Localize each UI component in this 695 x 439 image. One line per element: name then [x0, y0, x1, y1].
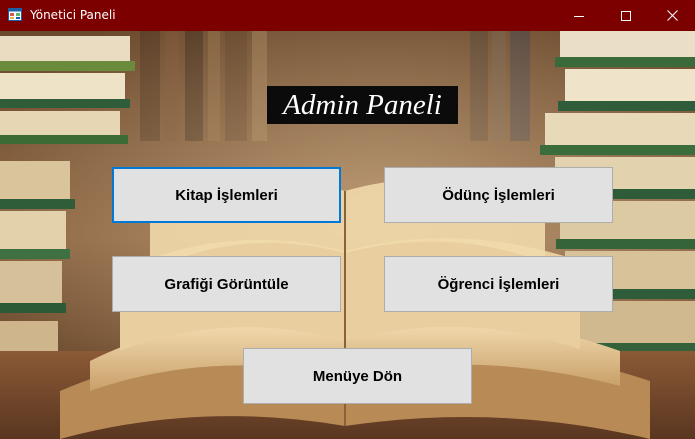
maximize-icon — [621, 10, 631, 21]
odunc-islemleri-button[interactable]: Ödünç İşlemleri — [384, 167, 613, 223]
close-icon — [666, 10, 678, 21]
ogrenci-islemleri-button[interactable]: Öğrenci İşlemleri — [384, 256, 613, 312]
admin-panel-heading: Admin Paneli — [267, 86, 458, 124]
app-icon — [8, 8, 22, 21]
minimize-button[interactable] — [556, 0, 602, 31]
menuye-don-button[interactable]: Menüye Dön — [243, 348, 472, 404]
title-bar[interactable]: Yönetici Paneli — [0, 0, 695, 31]
close-button[interactable] — [649, 0, 695, 31]
kitap-islemleri-button[interactable]: Kitap İşlemleri — [112, 167, 341, 223]
maximize-button[interactable] — [603, 0, 649, 31]
client-area: Admin Paneli Kitap İşlemleri Ödünç İşlem… — [0, 31, 695, 439]
minimize-icon — [574, 15, 584, 17]
grafigi-goruntule-button[interactable]: Grafiği Görüntüle — [112, 256, 341, 312]
window-title: Yönetici Paneli — [30, 8, 116, 22]
